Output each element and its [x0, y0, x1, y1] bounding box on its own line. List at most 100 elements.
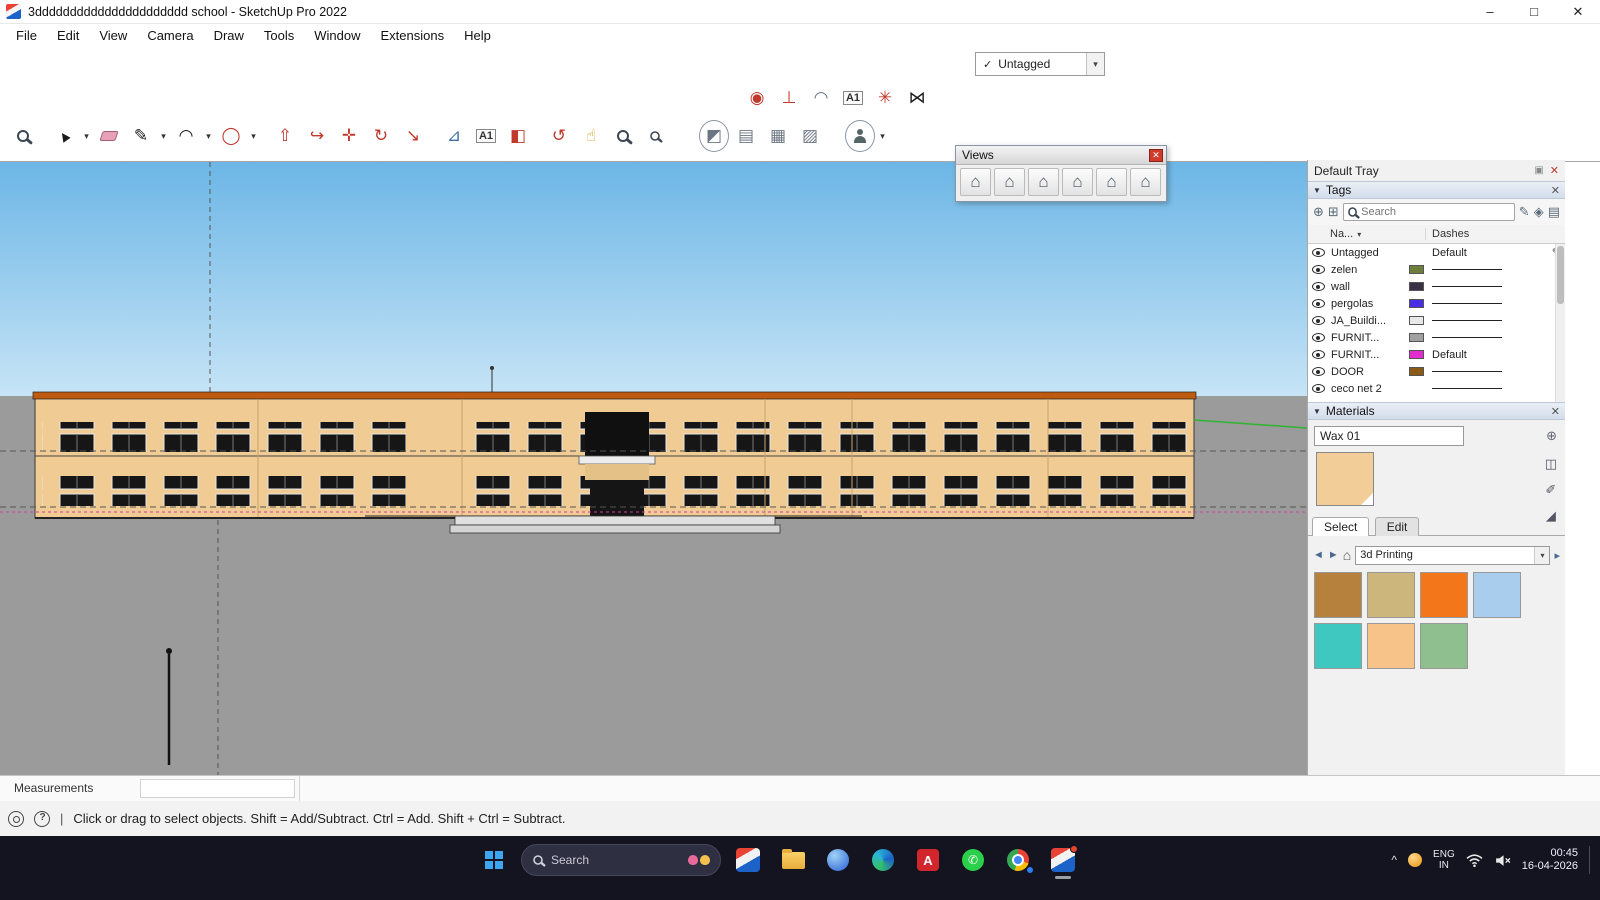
select-tool-caret[interactable]: ▾	[81, 120, 92, 152]
select-tool[interactable]: ▲	[49, 120, 79, 152]
taskbar-sketchup-pinned[interactable]	[730, 843, 766, 877]
visibility-eye-icon[interactable]	[1312, 265, 1325, 274]
tag-color-swatch[interactable]	[1409, 350, 1424, 359]
views-close-icon[interactable]: ✕	[1149, 149, 1163, 162]
tag-row-furniture-2[interactable]: FURNIT... Default	[1308, 346, 1565, 363]
tag-color-swatch[interactable]	[1409, 265, 1424, 274]
scale-tool[interactable]: ↘	[398, 120, 428, 152]
menu-camera[interactable]: Camera	[137, 26, 203, 45]
sample-paint-icon[interactable]: ✐	[1545, 482, 1556, 498]
minimize-button[interactable]: –	[1468, 0, 1512, 24]
viewport-canvas[interactable]	[0, 162, 1307, 775]
tag-row-ceco-net[interactable]: ceco net 2	[1308, 380, 1565, 397]
dash-style-label[interactable]: Default	[1432, 349, 1467, 361]
rotate-tool[interactable]: ↻	[366, 120, 396, 152]
scrollbar-thumb[interactable]	[1557, 246, 1564, 304]
dash-style-label[interactable]: Default	[1432, 247, 1467, 259]
collapse-icon[interactable]: ▼	[1313, 407, 1321, 416]
tag-row-zelen[interactable]: zelen	[1308, 261, 1565, 278]
display-section-planes-tool[interactable]: ▤	[731, 120, 761, 152]
tags-section-header[interactable]: ▼ Tags ✕	[1308, 181, 1565, 199]
language-indicator[interactable]: ENG IN	[1433, 849, 1455, 871]
follow-me-tool[interactable]: ↪	[302, 120, 332, 152]
material-preview-swatch[interactable]	[1316, 452, 1374, 506]
tab-edit[interactable]: Edit	[1375, 517, 1420, 536]
pan-tool[interactable]: ☝	[576, 120, 606, 152]
tag-color-swatch[interactable]	[1409, 367, 1424, 376]
dash-style-line[interactable]	[1432, 371, 1502, 372]
model-viewport[interactable]	[0, 162, 1307, 775]
visibility-eye-icon[interactable]	[1312, 248, 1325, 257]
material-swatch[interactable]	[1420, 623, 1468, 669]
view-front-button[interactable]: ⌂	[1028, 168, 1059, 196]
start-button[interactable]	[476, 843, 512, 877]
chevron-down-icon[interactable]: ▾	[1086, 53, 1104, 75]
visibility-eye-icon[interactable]	[1312, 384, 1325, 393]
taskbar-copilot[interactable]	[820, 843, 856, 877]
tag-row-furniture-1[interactable]: FURNIT...	[1308, 329, 1565, 346]
display-section-fill-tool[interactable]: ▨	[795, 120, 825, 152]
add-tag-icon[interactable]: ⊕	[1313, 204, 1324, 220]
details-icon[interactable]: ▸	[1554, 549, 1560, 562]
dash-style-line[interactable]	[1432, 337, 1502, 338]
position-camera-tool[interactable]: ◉	[742, 82, 772, 114]
tag-options-icon[interactable]: ▤	[1548, 204, 1560, 220]
tag-color-swatch[interactable]	[1409, 316, 1424, 325]
axes-tool[interactable]: ⊥	[774, 82, 804, 114]
tag-row-wall[interactable]: wall	[1308, 278, 1565, 295]
material-swatch[interactable]	[1420, 572, 1468, 618]
maximize-button[interactable]: □	[1512, 0, 1556, 24]
material-name-field[interactable]: Wax 01	[1314, 426, 1464, 446]
views-palette-titlebar[interactable]: Views ✕	[956, 146, 1166, 165]
edit-pencil-icon[interactable]: ✎	[1519, 204, 1530, 220]
tape-measure-tool[interactable]: ⊿	[439, 120, 469, 152]
chevron-down-icon[interactable]: ▾	[1534, 547, 1549, 564]
tray-close-icon[interactable]: ✕	[1550, 164, 1559, 177]
eraser-tool[interactable]	[94, 120, 124, 152]
taskbar-acrobat[interactable]	[910, 843, 946, 877]
shape-tool[interactable]: ◯	[216, 120, 246, 152]
dimension-tool[interactable]: A1	[838, 82, 868, 114]
dash-style-line[interactable]	[1432, 320, 1502, 321]
dash-style-line[interactable]	[1432, 388, 1502, 389]
menu-window[interactable]: Window	[304, 26, 370, 45]
menu-file[interactable]: File	[6, 26, 47, 45]
help-icon[interactable]	[34, 811, 50, 827]
visibility-eye-icon[interactable]	[1312, 333, 1325, 342]
volume-muted-icon[interactable]	[1494, 854, 1511, 867]
active-tag-dropdown[interactable]: ✓ Untagged ▾	[975, 52, 1105, 76]
tag-color-swatch[interactable]	[1409, 299, 1424, 308]
show-desktop-button[interactable]	[1589, 846, 1592, 874]
tags-scrollbar[interactable]	[1555, 244, 1565, 402]
taskbar-file-explorer[interactable]	[775, 843, 811, 877]
tags-search-box[interactable]	[1343, 203, 1515, 221]
add-tag-folder-icon[interactable]: ⊞	[1328, 204, 1339, 220]
column-name[interactable]: Na... ▾	[1308, 228, 1426, 240]
in-model-home-icon[interactable]: ⌂	[1343, 547, 1351, 563]
wifi-icon[interactable]	[1466, 854, 1483, 867]
visibility-eye-icon[interactable]	[1312, 350, 1325, 359]
create-material-button[interactable]: ⊕	[1546, 428, 1557, 444]
geolocation-icon[interactable]	[8, 811, 24, 827]
tag-row-untagged[interactable]: Untagged Default ✎	[1308, 244, 1565, 261]
view-left-button[interactable]: ⌂	[1130, 168, 1161, 196]
section-plane-tool[interactable]: ◩	[699, 120, 729, 152]
menu-tools[interactable]: Tools	[254, 26, 304, 45]
taskbar-edge[interactable]	[865, 843, 901, 877]
view-top-button[interactable]: ⌂	[994, 168, 1025, 196]
sign-in-avatar[interactable]	[845, 120, 875, 152]
tag-row-pergolas[interactable]: pergolas	[1308, 295, 1565, 312]
orbit-tool[interactable]: ↺	[544, 120, 574, 152]
dash-style-line[interactable]	[1432, 269, 1502, 270]
view-iso-button[interactable]: ⌂	[960, 168, 991, 196]
visibility-eye-icon[interactable]	[1312, 282, 1325, 291]
visibility-eye-icon[interactable]	[1312, 299, 1325, 308]
dash-style-line[interactable]	[1432, 286, 1502, 287]
collapse-icon[interactable]: ▼	[1313, 186, 1321, 195]
material-swatch[interactable]	[1314, 623, 1362, 669]
tag-row-door[interactable]: DOOR	[1308, 363, 1565, 380]
close-button[interactable]: ✕	[1556, 0, 1600, 24]
tags-close-icon[interactable]: ✕	[1551, 184, 1560, 197]
zoom-tool[interactable]	[8, 120, 38, 152]
tray-app-icon[interactable]	[1408, 853, 1422, 867]
